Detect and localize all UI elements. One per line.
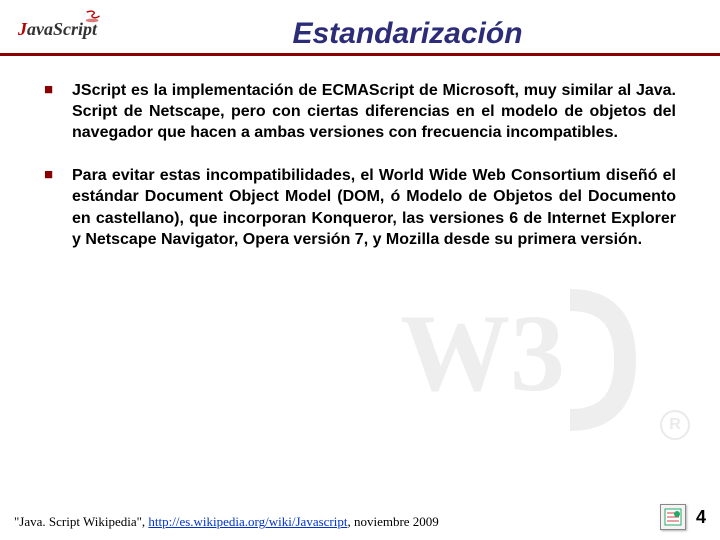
page-number: 4 xyxy=(696,507,706,528)
bullet-text: Para evitar estas incompatibilidades, el… xyxy=(72,165,676,249)
logo-text: JavaScript xyxy=(18,20,97,38)
citation-suffix: , noviembre 2009 xyxy=(347,514,438,529)
slide-header: JavaScript Estandarización xyxy=(0,0,720,56)
footer-right: 4 xyxy=(660,504,706,530)
svg-text:W3: W3 xyxy=(400,292,565,414)
slide-title: Estandarización xyxy=(105,19,710,53)
citation-link[interactable]: http://es.wikipedia.org/wiki/Javascript xyxy=(148,514,347,529)
footer-mini-logo-icon xyxy=(660,504,686,530)
bullet-text: JScript es la implementación de ECMAScri… xyxy=(72,80,676,143)
bullet-item: ■ JScript es la implementación de ECMASc… xyxy=(44,80,676,143)
bullet-icon: ■ xyxy=(44,165,54,249)
slide-body: ■ JScript es la implementación de ECMASc… xyxy=(0,56,720,250)
registered-icon: R xyxy=(660,410,690,440)
bullet-item: ■ Para evitar estas incompatibilidades, … xyxy=(44,165,676,249)
citation-text: "Java. Script Wikipedia", http://es.wiki… xyxy=(14,514,439,530)
w3c-watermark-icon: W3 xyxy=(390,260,650,460)
slide-footer: "Java. Script Wikipedia", http://es.wiki… xyxy=(0,504,720,540)
bullet-icon: ■ xyxy=(44,80,54,143)
javascript-logo: JavaScript xyxy=(10,7,105,53)
citation-prefix: "Java. Script Wikipedia", xyxy=(14,514,148,529)
